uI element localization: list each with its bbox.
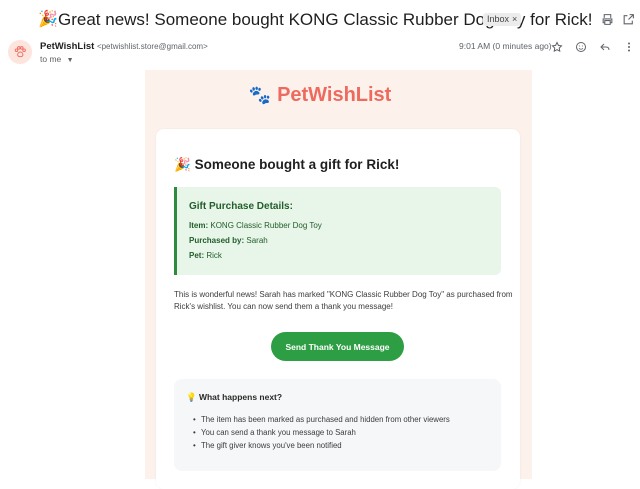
email-header: 🎉 Great news! Someone bought KONG Classi… xyxy=(0,0,640,40)
sender-name[interactable]: PetWishList xyxy=(40,41,94,52)
list-item: The item has been marked as purchased an… xyxy=(193,415,450,424)
avatar xyxy=(8,40,32,64)
open-in-new-icon[interactable] xyxy=(620,11,636,27)
recipient-line[interactable]: to me ▼ xyxy=(40,54,74,64)
remove-label-icon[interactable]: × xyxy=(512,14,517,24)
lightbulb-icon: 💡 xyxy=(186,392,197,402)
emoji-icon[interactable] xyxy=(574,40,588,54)
message-paragraph: This is wonderful news! Sarah has marked… xyxy=(174,290,513,311)
inbox-label[interactable]: Inbox × xyxy=(483,13,522,26)
party-emoji: 🎉 xyxy=(174,157,191,172)
brand-name: PetWishList xyxy=(277,84,392,106)
sender-address: <petwishlist.store@gmail.com> xyxy=(96,42,208,51)
list-item: You can send a thank you message to Sara… xyxy=(193,428,356,437)
email-heading: 🎉 Someone bought a gift for Rick! xyxy=(174,157,400,172)
more-vert-icon[interactable] xyxy=(622,40,636,54)
details-title: Gift Purchase Details: xyxy=(189,201,293,212)
chevron-down-icon[interactable]: ▼ xyxy=(67,57,74,64)
next-title: 💡 What happens next? xyxy=(186,392,283,402)
send-thank-you-button[interactable]: Send Thank You Message xyxy=(271,332,404,361)
details-pet-row: Pet: Rick xyxy=(189,251,222,260)
paw-icon: 🐾 xyxy=(248,85,272,105)
print-icon[interactable] xyxy=(599,11,615,27)
reply-icon[interactable] xyxy=(598,40,612,54)
list-item: The gift giver knows you've been notifie… xyxy=(193,441,342,450)
paw-icon xyxy=(14,46,26,58)
details-purchased-row: Purchased by: Sarah xyxy=(189,236,268,245)
details-item-row: Item: KONG Classic Rubber Dog Toy xyxy=(189,221,322,230)
sender-line: PetWishList <petwishlist.store@gmail.com… xyxy=(40,41,208,53)
party-emoji: 🎉 xyxy=(38,11,58,28)
brand-logo: 🐾 PetWishList xyxy=(0,84,640,107)
email-time: 9:01 AM (0 minutes ago) xyxy=(459,41,552,51)
star-icon[interactable] xyxy=(550,40,564,54)
